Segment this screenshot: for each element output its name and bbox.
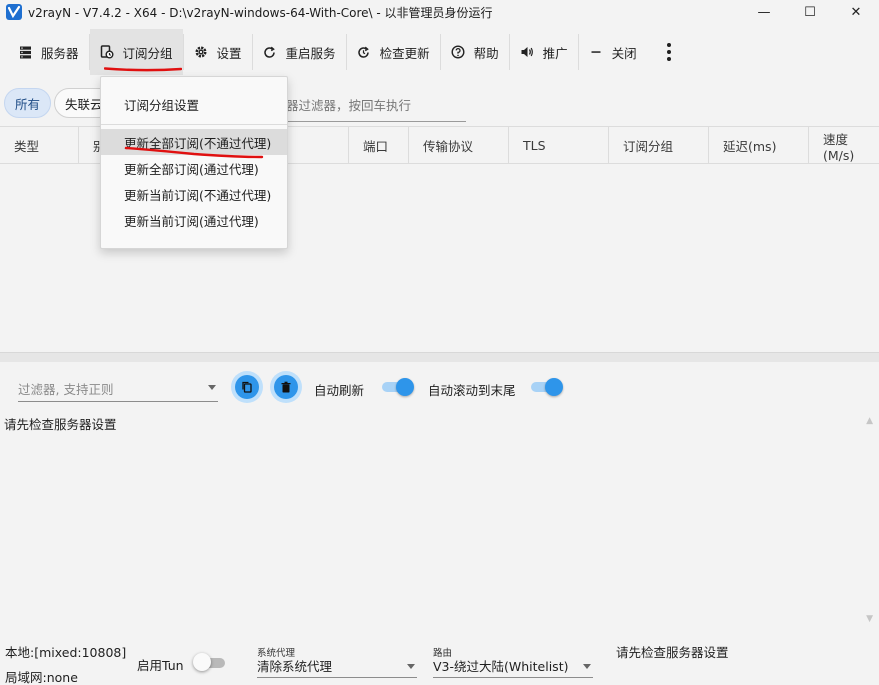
window-controls: — ☐ ✕ (741, 0, 879, 24)
menu-item-subscription-settings[interactable]: 订阅分组设置 (101, 91, 287, 117)
column-type[interactable]: 类型 (0, 127, 78, 164)
subscription-group-label: 订阅分组 (122, 45, 173, 61)
chevron-down-icon[interactable] (208, 385, 216, 390)
red-annotation-underline (104, 67, 182, 72)
subscription-group-menu: 订阅分组设置 更新全部订阅(不通过代理) 更新全部订阅(通过代理) 更新当前订阅… (100, 76, 288, 249)
log-toolbar: 过滤器, 支持正则 自动刷新 自动滚动到末尾 (0, 364, 879, 410)
log-filter-input[interactable]: 过滤器, 支持正则 (18, 374, 218, 402)
column-speed[interactable]: 速度(M/s) (808, 127, 879, 164)
log-filter-placeholder: 过滤器, 支持正则 (18, 382, 114, 397)
subscription-icon (100, 45, 114, 59)
help-circle-icon (451, 45, 465, 59)
minus-icon (589, 45, 603, 59)
minimize-button[interactable]: — (741, 0, 787, 24)
settings-button[interactable]: 设置 (184, 29, 252, 75)
log-message: 请先检查服务器设置 (4, 417, 117, 432)
speaker-icon (520, 45, 534, 59)
column-subscription-group[interactable]: 订阅分组 (608, 127, 708, 164)
gear-icon (194, 45, 208, 59)
check-update-button[interactable]: 检查更新 (347, 29, 440, 75)
server-stack-icon (18, 45, 32, 59)
red-annotation-underline (124, 146, 264, 159)
chevron-down-icon (583, 664, 591, 669)
chip-all[interactable]: 所有 (4, 88, 52, 118)
auto-refresh-label: 自动刷新 (314, 383, 365, 398)
promotion-button[interactable]: 推广 (510, 29, 578, 75)
routing-select[interactable]: V3-绕过大陆(Whitelist) (433, 656, 593, 678)
column-latency[interactable]: 延迟(ms) (708, 127, 808, 164)
trash-icon (281, 381, 291, 393)
menu-item-update-current-no-proxy[interactable]: 更新当前订阅(不通过代理) (101, 181, 287, 207)
panel-splitter[interactable] (0, 352, 879, 362)
v2rayn-logo-icon (6, 4, 22, 20)
copy-icon (242, 381, 252, 393)
refresh-icon (263, 45, 277, 59)
close-window-button[interactable]: ✕ (833, 0, 879, 24)
tun-label: 启用Tun (137, 658, 184, 673)
restart-service-label: 重启服务 (285, 45, 336, 61)
system-proxy-select[interactable]: 清除系统代理 (257, 656, 417, 678)
check-update-label: 检查更新 (379, 45, 430, 61)
system-proxy-value: 清除系统代理 (257, 659, 333, 674)
lan-status: 局域网:none (5, 670, 78, 685)
more-options-icon[interactable] (659, 43, 679, 61)
auto-refresh-toggle[interactable] (382, 378, 414, 396)
server-filter-input[interactable]: 器过滤器，按回车执行 (286, 90, 466, 122)
scroll-up-icon[interactable]: ▲ (866, 416, 873, 426)
menu-separator (101, 124, 287, 125)
column-port[interactable]: 端口 (348, 127, 408, 164)
settings-label: 设置 (216, 45, 242, 61)
routing-value: V3-绕过大陆(Whitelist) (433, 659, 569, 674)
servers-label: 服务器 (41, 45, 79, 61)
status-message: 请先检查服务器设置 (616, 645, 729, 660)
servers-button[interactable]: 服务器 (8, 29, 89, 75)
clear-log-button[interactable] (274, 375, 298, 399)
local-port-status: 本地:[mixed:10808] (5, 645, 127, 660)
auto-scroll-label: 自动滚动到末尾 (428, 383, 516, 398)
help-button[interactable]: 帮助 (441, 29, 509, 75)
title-bar: v2rayN - V7.4.2 - X64 - D:\v2rayN-window… (0, 0, 879, 24)
chevron-down-icon (407, 664, 415, 669)
restart-service-button[interactable]: 重启服务 (253, 29, 346, 75)
column-transport[interactable]: 传输协议 (408, 127, 508, 164)
auto-scroll-toggle[interactable] (531, 378, 563, 396)
menu-item-update-current-proxy[interactable]: 更新当前订阅(通过代理) (101, 207, 287, 233)
close-app-button[interactable]: 关闭 (579, 29, 647, 75)
scroll-down-icon[interactable]: ▼ (866, 614, 873, 624)
tun-toggle[interactable] (193, 653, 227, 671)
close-app-label: 关闭 (611, 45, 637, 61)
update-icon (357, 45, 371, 59)
help-label: 帮助 (473, 45, 499, 61)
maximize-button[interactable]: ☐ (787, 0, 833, 24)
promotion-label: 推广 (542, 45, 568, 61)
column-tls[interactable]: TLS (508, 127, 608, 164)
window-title: v2rayN - V7.4.2 - X64 - D:\v2rayN-window… (28, 5, 493, 20)
copy-log-button[interactable] (235, 375, 259, 399)
status-bar: 本地:[mixed:10808] 局域网:none 启用Tun 系统代理 清除系… (0, 636, 879, 685)
